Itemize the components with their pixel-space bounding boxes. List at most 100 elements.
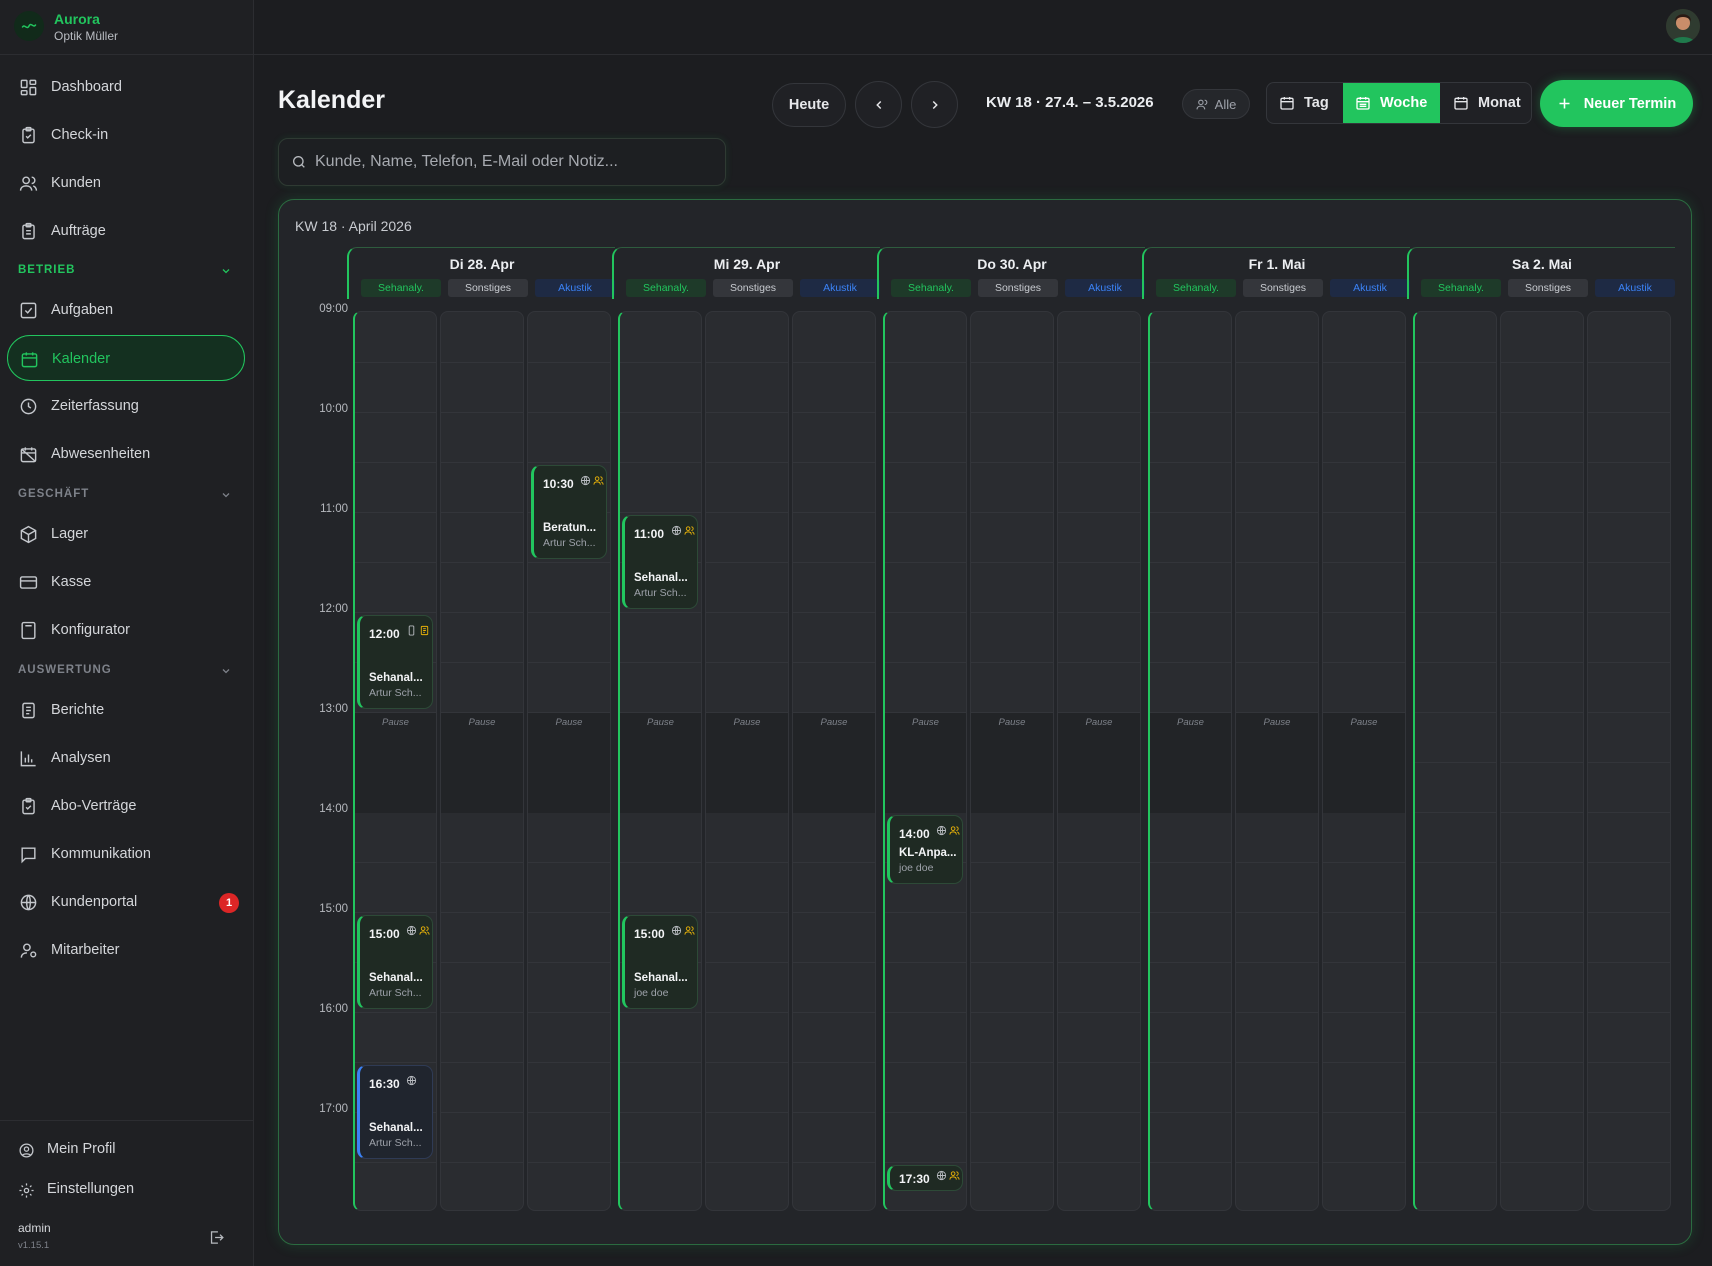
sidebar-item-label: Kunden: [51, 175, 101, 191]
section-auswertung[interactable]: AUSWERTUNG: [18, 664, 112, 676]
resource-column[interactable]: Pause: [792, 311, 876, 1211]
username: admin: [18, 1221, 51, 1235]
view-week-button[interactable]: Woche: [1343, 83, 1440, 123]
sidebar-item-kasse[interactable]: Kasse: [7, 559, 245, 605]
grid-line: [1150, 462, 1231, 463]
grid-line: [1150, 362, 1231, 363]
view-day-button[interactable]: Tag: [1279, 83, 1329, 123]
search-input[interactable]: [315, 139, 715, 185]
sidebar-item-mitarbeiter[interactable]: Mitarbeiter: [7, 927, 245, 973]
next-week-button[interactable]: [911, 81, 958, 128]
day-name[interactable]: Sa 2. Mai: [1413, 256, 1671, 272]
grid-line: [620, 412, 701, 413]
day-name[interactable]: Di 28. Apr: [353, 256, 611, 272]
appointment-time: 10:30: [543, 477, 574, 491]
grid-line: [971, 1162, 1053, 1163]
resource-tag: Sonstiges: [978, 279, 1058, 297]
globe-icon: [406, 925, 417, 936]
grid-line: [1415, 612, 1496, 613]
grid-line: [1501, 662, 1583, 663]
appointment-card[interactable]: 11:00 Sehanal... Artur Sch...: [622, 515, 698, 609]
sidebar-item-kundenportal[interactable]: Kundenportal 1: [7, 879, 245, 925]
sidebar-item-berichte[interactable]: Berichte: [7, 687, 245, 733]
sidebar-item-abwesenheiten[interactable]: Abwesenheiten: [7, 431, 245, 477]
resource-column[interactable]: Pause: [1235, 311, 1319, 1211]
sidebar-item-analysen[interactable]: Analysen: [7, 735, 245, 781]
prev-week-button[interactable]: [855, 81, 902, 128]
resource-column[interactable]: [1500, 311, 1584, 1211]
sidebar-item-konfigurator[interactable]: Konfigurator: [7, 607, 245, 653]
chevron-down-icon[interactable]: [220, 489, 232, 501]
resource-column[interactable]: Pause: [1057, 311, 1141, 1211]
resource-column[interactable]: [1587, 311, 1671, 1211]
sidebar-item-label: Kasse: [51, 574, 92, 590]
grid-line: [1150, 962, 1231, 963]
resource-column[interactable]: Pause: [618, 311, 702, 1211]
resource-column[interactable]: Pause: [970, 311, 1054, 1211]
grid-line: [1501, 1012, 1583, 1013]
grid-line: [1588, 1112, 1670, 1113]
appointment-card[interactable]: 10:30 Beratun... Artur Sch...: [531, 465, 607, 559]
resource-column[interactable]: Pause: [705, 311, 789, 1211]
chevron-right-icon: [928, 98, 942, 112]
grid-line: [1150, 1012, 1231, 1013]
today-button[interactable]: Heute: [772, 83, 846, 127]
appointment-card[interactable]: 16:30 Sehanal... Artur Sch...: [357, 1065, 433, 1159]
resource-column[interactable]: [1413, 311, 1497, 1211]
grid-line: [1415, 1062, 1496, 1063]
brand[interactable]: Aurora Optik Müller: [0, 0, 254, 55]
resource-column[interactable]: Pause: [527, 311, 611, 1211]
appointment-icons: [671, 925, 695, 936]
sidebar-item-checkin[interactable]: Check-in: [7, 112, 245, 158]
new-appointment-button[interactable]: Neuer Termin: [1540, 80, 1693, 127]
grid-line: [1323, 462, 1405, 463]
sidebar-item-aufgaben[interactable]: Aufgaben: [7, 287, 245, 333]
pause-label: Pause: [1350, 717, 1378, 728]
grid-line: [1415, 712, 1496, 713]
grid-line: [441, 1162, 523, 1163]
grid-line: [971, 512, 1053, 513]
sidebar-item-auftraege[interactable]: Aufträge: [7, 208, 245, 254]
day-name[interactable]: Fr 1. Mai: [1148, 256, 1406, 272]
resource-column[interactable]: Pause: [440, 311, 524, 1211]
grid-line: [1588, 712, 1670, 713]
sidebar-item-label: Mitarbeiter: [51, 942, 120, 958]
resource-column[interactable]: Pause: [1322, 311, 1406, 1211]
sidebar-item-zeiterfassung[interactable]: Zeiterfassung: [7, 383, 245, 429]
chevron-down-icon[interactable]: [220, 665, 232, 677]
sidebar-item-abo-vertraege[interactable]: Abo-Verträge: [7, 783, 245, 829]
grid-line: [1058, 862, 1140, 863]
sidebar-item-label: Kalender: [52, 351, 111, 367]
resource-tag: Sonstiges: [448, 279, 528, 297]
appointment-card[interactable]: 15:00 Sehanal... joe doe: [622, 915, 698, 1009]
grid-line: [620, 1112, 701, 1113]
sidebar-item-kommunikation[interactable]: Kommunikation: [7, 831, 245, 877]
sidebar-item-kunden[interactable]: Kunden: [7, 160, 245, 206]
appointment-card[interactable]: 14:00 KL-Anpa... joe doe: [887, 815, 963, 884]
section-geschaeft[interactable]: GESCHÄFT: [18, 488, 89, 500]
sidebar-item-dashboard[interactable]: Dashboard: [7, 64, 245, 110]
avatar[interactable]: [1666, 9, 1700, 43]
resource-column[interactable]: Pause: [883, 311, 967, 1211]
appointment-customer: Artur Sch...: [369, 687, 422, 699]
appointment-card[interactable]: 17:30: [887, 1165, 963, 1191]
day-name[interactable]: Mi 29. Apr: [618, 256, 876, 272]
resource-column[interactable]: Pause: [1148, 311, 1232, 1211]
sidebar-item-kalender[interactable]: Kalender: [7, 335, 245, 381]
sidebar-item-label: Kundenportal: [51, 894, 138, 910]
grid-line: [885, 1062, 966, 1063]
view-month-button[interactable]: Monat: [1453, 83, 1521, 123]
grid-line: [1415, 912, 1496, 913]
user-cog-icon: [19, 941, 38, 960]
grid-line: [1588, 612, 1670, 613]
sidebar-item-lager[interactable]: Lager: [7, 511, 245, 557]
section-betrieb[interactable]: BETRIEB: [18, 264, 75, 276]
staff-filter-button[interactable]: Alle: [1182, 89, 1250, 119]
day-name[interactable]: Do 30. Apr: [883, 256, 1141, 272]
appointment-card[interactable]: 15:00 Sehanal... Artur Sch...: [357, 915, 433, 1009]
appointment-card[interactable]: 12:00 Sehanal... Artur Sch...: [357, 615, 433, 709]
search-icon: [291, 154, 307, 170]
resource-tag: Akustik: [800, 279, 880, 297]
logout-icon[interactable]: [208, 1229, 225, 1246]
chevron-down-icon[interactable]: [220, 265, 232, 277]
